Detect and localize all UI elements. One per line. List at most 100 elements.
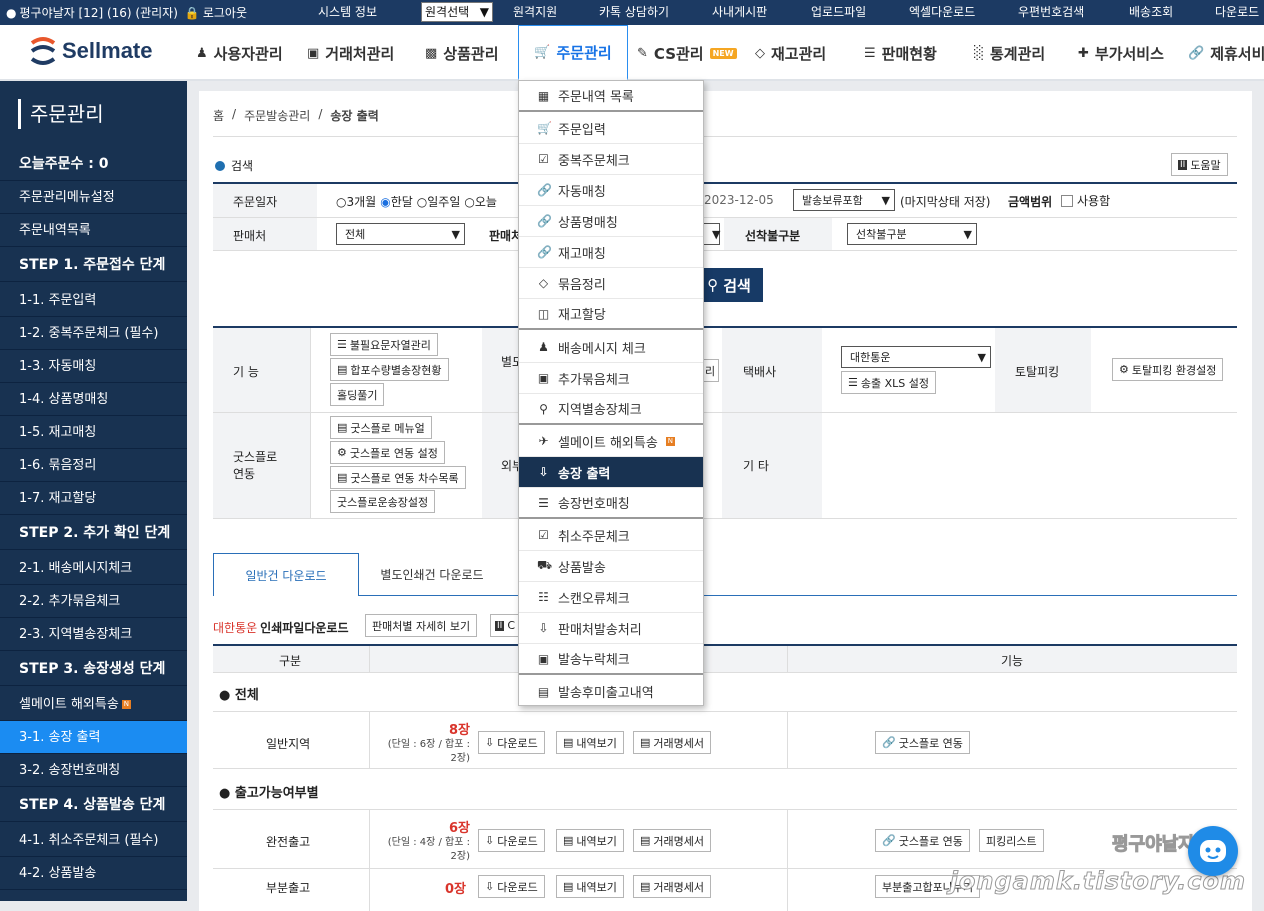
view-history-button[interactable]: ▤ 내역보기: [556, 875, 624, 898]
radio-today[interactable]: ○오늘: [464, 193, 497, 210]
upload-file-link[interactable]: 업로드파일: [811, 0, 866, 25]
date-end-field[interactable]: 2023-12-05: [704, 193, 774, 207]
separate-mgmt-button[interactable]: 리: [703, 359, 719, 382]
seller-detail-button[interactable]: 판매처별 자세히 보기: [365, 614, 478, 637]
sidebar-item-invoice-match[interactable]: 3-2. 송장번호매칭: [0, 754, 187, 787]
remote-select[interactable]: 원격선택 ▼: [421, 2, 493, 22]
menu-item-auto-match[interactable]: 🔗 자동매칭: [519, 175, 703, 206]
kakao-chat-link[interactable]: 카톡 상담하기: [599, 0, 669, 25]
extra-button[interactable]: II C: [490, 614, 520, 637]
nav-stats-mgmt[interactable]: ░ 통계관리: [974, 25, 1045, 81]
delivery-lookup-link[interactable]: 배송조회: [1129, 0, 1173, 25]
seller-select[interactable]: 전체 ▼: [336, 223, 465, 245]
radio-1week[interactable]: ○일주일: [417, 193, 461, 210]
radio-3months[interactable]: ○3개월: [336, 193, 376, 210]
menu-item-extra-bundle[interactable]: ▣ 추가묶음체크: [519, 363, 703, 394]
menu-item-invoice-match[interactable]: ☰ 송장번호매칭: [519, 488, 703, 519]
sellmate-logo[interactable]: Sellmate: [28, 35, 153, 67]
sidebar-item-order-list[interactable]: 주문내역목록: [0, 214, 187, 247]
chat-bot-button[interactable]: [1188, 826, 1238, 876]
menu-item-region-check[interactable]: ⚲ 지역별송장체크: [519, 394, 703, 425]
sidebar-item-ship[interactable]: 4-2. 상품발송: [0, 857, 187, 890]
view-history-button[interactable]: ▤ 내역보기: [556, 731, 624, 754]
statement-button[interactable]: ▤ 거래명세서: [633, 875, 712, 898]
menu-item-stock-match[interactable]: 🔗 재고매칭: [519, 237, 703, 268]
help-button[interactable]: II 도움말: [1171, 153, 1228, 176]
view-history-button[interactable]: ▤ 내역보기: [556, 829, 624, 852]
sidebar-item-duplicate-check[interactable]: 1-2. 중복주문체크 (필수): [0, 317, 187, 350]
nav-stock-mgmt[interactable]: ◇ 재고관리: [755, 25, 826, 81]
total-picking-settings-button[interactable]: ⚙ 토탈피킹 환경설정: [1112, 358, 1224, 381]
system-info-link[interactable]: 시스템 정보: [318, 0, 377, 25]
tab-separate-download[interactable]: 별도인쇄건 다운로드: [359, 553, 505, 596]
breadcrumb-home[interactable]: 홈: [213, 107, 224, 124]
picking-list-button[interactable]: 피킹리스트: [979, 829, 1044, 852]
download-button[interactable]: ⇩ 다운로드: [478, 875, 545, 898]
seller2-select[interactable]: ▼: [704, 223, 720, 245]
sidebar-item-stock-match[interactable]: 1-5. 재고매칭: [0, 416, 187, 449]
menu-item-cancel-check[interactable]: ☑ 취소주문체크: [519, 520, 703, 551]
prepaid-select[interactable]: 선착불구분 ▼: [847, 223, 977, 245]
search-button[interactable]: ⚲ 검색: [695, 268, 763, 302]
sidebar-item-invoice-print[interactable]: 3-1. 송장 출력: [0, 721, 187, 754]
goodsflow-batch-list-button[interactable]: ▤ 굿스플로 연동 차수목록: [330, 466, 466, 489]
bundle-qty-status-button[interactable]: ▤ 합포수량별송장현황: [330, 358, 449, 381]
goodsflow-link-button[interactable]: 🔗 굿스플로 연동: [875, 731, 970, 754]
menu-item-bundle[interactable]: ◇ 묶음정리: [519, 268, 703, 299]
status-select[interactable]: 발송보류포함 ▼: [793, 189, 895, 211]
amount-use-checkbox[interactable]: 사용함: [1061, 192, 1110, 209]
sidebar-item-product-name-match[interactable]: 1-4. 상품명매칭: [0, 383, 187, 416]
menu-item-scan-error[interactable]: ☷ 스캔오류체크: [519, 582, 703, 613]
menu-item-ship[interactable]: ⛟ 상품발송: [519, 551, 703, 582]
board-link[interactable]: 사내게시판: [712, 0, 767, 25]
menu-item-duplicate-check[interactable]: ☑ 중복주문체크: [519, 144, 703, 175]
menu-item-invoice-print[interactable]: ⇩ 송장 출력: [519, 457, 703, 488]
download-button[interactable]: ⇩ 다운로드: [478, 731, 545, 754]
nav-cs-mgmt[interactable]: ✎ CS관리 NEW: [637, 25, 737, 81]
sidebar-item-bundle[interactable]: 1-6. 묶음정리: [0, 449, 187, 482]
remote-support-link[interactable]: 원격지원: [513, 0, 557, 25]
sidebar-item-cancel-check[interactable]: 4-1. 취소주문체크 (필수): [0, 824, 187, 857]
sidebar-item-message-check[interactable]: 2-1. 배송메시지체크: [0, 552, 187, 585]
nav-product-mgmt[interactable]: ▩ 상품관리: [425, 25, 499, 81]
xls-settings-button[interactable]: ☰ 송출 XLS 설정: [841, 371, 936, 394]
sidebar-item-extra-bundle[interactable]: 2-2. 추가묶음체크: [0, 585, 187, 618]
goodsflow-invoice-settings-button[interactable]: 굿스플로운송장설정: [330, 490, 436, 513]
menu-item-seller-ship[interactable]: ⇩ 판매처발송처리: [519, 613, 703, 644]
menu-item-stock-allocate[interactable]: ◫ 재고할당: [519, 299, 703, 330]
tab-normal-download[interactable]: 일반건 다운로드: [213, 553, 359, 596]
nav-user-mgmt[interactable]: ♟ 사용자관리: [196, 25, 283, 81]
release-holding-button[interactable]: 홀딩풀기: [330, 383, 385, 406]
nav-order-mgmt[interactable]: 🛒 주문관리: [518, 25, 628, 81]
menu-item-order-input[interactable]: 🛒 주문입력: [519, 113, 703, 144]
nav-partner-service[interactable]: 🔗 제휴서비: [1188, 25, 1264, 81]
courier-select[interactable]: 대한통운 ▼: [841, 346, 991, 368]
sidebar-item-region-check[interactable]: 2-3. 지역별송장체크: [0, 618, 187, 651]
nav-client-mgmt[interactable]: ▣ 거래처관리: [307, 25, 394, 81]
download-link[interactable]: 다운로드: [1215, 0, 1259, 25]
nav-sales-status[interactable]: ☰ 판매현황: [864, 25, 937, 81]
sidebar-item-stock-allocate[interactable]: 1-7. 재고할당: [0, 482, 187, 515]
statement-button[interactable]: ▤ 거래명세서: [633, 731, 712, 754]
sidebar-item-menu-settings[interactable]: 주문관리메뉴설정: [0, 181, 187, 214]
menu-item-overseas[interactable]: ✈ 셀메이트 해외특송 N: [519, 426, 703, 457]
sidebar-item-overseas[interactable]: 셀메이트 해외특송 N: [0, 688, 187, 721]
menu-item-message-check[interactable]: ♟ 배송메시지 체크: [519, 332, 703, 363]
menu-item-post-ship-history[interactable]: ▤ 발송후미출고내역: [519, 676, 703, 707]
menu-item-product-name-match[interactable]: 🔗 상품명매칭: [519, 206, 703, 237]
menu-item-missing-check[interactable]: ▣ 발송누락체크: [519, 644, 703, 675]
logout-link[interactable]: 로그아웃: [203, 4, 247, 21]
zipcode-search-link[interactable]: 우편번호검색: [1018, 0, 1084, 25]
sidebar-item-order-input[interactable]: 1-1. 주문입력: [0, 284, 187, 317]
menu-item-order-list[interactable]: ▦ 주문내역 목록: [519, 81, 703, 112]
download-button[interactable]: ⇩ 다운로드: [478, 829, 545, 852]
unneeded-text-button[interactable]: ☰ 불필요문자열관리: [330, 333, 438, 356]
statement-button[interactable]: ▤ 거래명세서: [633, 829, 712, 852]
excel-download-link[interactable]: 엑셀다운로드: [909, 0, 975, 25]
radio-1month[interactable]: ◉한달: [380, 193, 413, 210]
sidebar-item-auto-match[interactable]: 1-3. 자동매칭: [0, 350, 187, 383]
goodsflow-link-button[interactable]: 🔗 굿스플로 연동: [875, 829, 970, 852]
goodsflow-settings-button[interactable]: ⚙ 굿스플로 연동 설정: [330, 441, 445, 464]
nav-addon-service[interactable]: ✚ 부가서비스: [1078, 25, 1164, 81]
breadcrumb-mid[interactable]: 주문발송관리: [244, 107, 310, 124]
